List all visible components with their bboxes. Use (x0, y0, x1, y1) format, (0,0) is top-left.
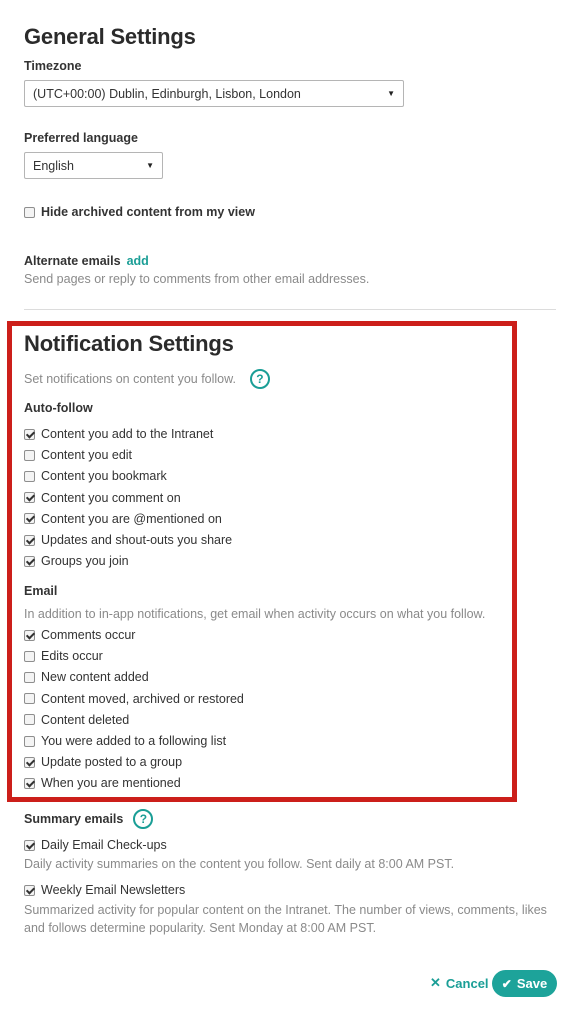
alternate-emails-description: Send pages or reply to comments from oth… (24, 272, 370, 286)
email-notification-option[interactable]: Edits occur (24, 647, 103, 665)
autofollow-label: Updates and shout-outs you share (41, 533, 233, 547)
email-notification-label: Content deleted (41, 712, 130, 727)
email-description: In addition to in-app notifications, get… (24, 607, 486, 621)
email-notification-checkbox[interactable] (24, 650, 35, 662)
email-notification-checkbox[interactable] (24, 671, 35, 683)
email-notification-checkbox[interactable] (24, 693, 35, 705)
autofollow-label: Content you comment on (41, 490, 181, 505)
summary-emails-label: Summary emails (24, 812, 124, 826)
autofollow-label: Content you bookmark (41, 469, 167, 484)
notification-settings-title: Notification Settings (24, 331, 234, 356)
cancel-label: Cancel (445, 975, 489, 991)
autofollow-checkbox[interactable] (24, 534, 35, 546)
weekly-email-option[interactable]: Weekly Email Newsletters (24, 881, 185, 899)
chevron-down-icon: ▼ (387, 89, 395, 98)
notification-subtitle: Set notifications on content you follow. (24, 372, 236, 386)
save-button[interactable]: ✔ Save (492, 970, 557, 997)
autofollow-checkbox[interactable] (24, 449, 35, 461)
daily-email-label: Daily Email Check-ups (41, 838, 167, 852)
notification-subtitle-row: Set notifications on content you follow.… (24, 369, 270, 389)
autofollow-label: Content you are @mentioned on (41, 511, 222, 526)
hide-archived-option[interactable]: Hide archived content from my view (24, 203, 255, 221)
weekly-email-checkbox[interactable] (24, 884, 35, 896)
weekly-email-label: Weekly Email Newsletters (41, 883, 186, 897)
email-notification-label: Content moved, archived or restored (41, 691, 244, 706)
help-icon[interactable]: ? (249, 369, 270, 389)
weekly-email-description-line2: and follows determine popularity. Sent M… (24, 921, 377, 935)
email-notification-label: New content added (41, 670, 149, 685)
email-notification-label: Edits occur (41, 649, 103, 664)
autofollow-option[interactable]: Content you are @mentioned on (24, 510, 222, 528)
email-heading: Email (24, 584, 58, 598)
autofollow-label: Content you add to the Intranet (41, 427, 214, 441)
email-notification-option[interactable]: Update posted to a group (24, 753, 182, 771)
hide-archived-checkbox[interactable] (24, 206, 35, 218)
email-notification-option[interactable]: Comments occur (24, 626, 135, 644)
email-notification-label: Update posted to a group (41, 755, 183, 770)
email-notification-checkbox[interactable] (24, 629, 35, 641)
language-value: English (33, 158, 74, 173)
timezone-value: (UTC+00:00) Dublin, Edinburgh, Lisbon, L… (33, 86, 301, 101)
email-notification-option[interactable]: When you are mentioned (24, 774, 181, 792)
autofollow-checkbox[interactable] (24, 470, 35, 482)
alternate-emails-label: Alternate emails (24, 254, 121, 268)
chevron-down-icon: ▼ (146, 161, 154, 170)
hide-archived-label: Hide archived content from my view (41, 205, 255, 219)
autofollow-checkbox[interactable] (24, 428, 35, 440)
email-notification-label: You were added to a following list (41, 734, 227, 748)
language-select[interactable]: English ▼ (24, 152, 163, 179)
autofollow-heading: Auto-follow (24, 401, 93, 415)
autofollow-label: Content you edit (41, 448, 133, 463)
autofollow-checkbox[interactable] (24, 492, 35, 504)
language-label: Preferred language (24, 131, 138, 145)
daily-email-option[interactable]: Daily Email Check-ups (24, 836, 167, 854)
autofollow-checkbox[interactable] (24, 555, 35, 567)
email-notification-label: When you are mentioned (41, 776, 181, 791)
daily-email-description: Daily activity summaries on the content … (24, 857, 455, 871)
autofollow-option[interactable]: Content you add to the Intranet (24, 425, 213, 443)
save-label: Save (516, 976, 548, 991)
alternate-emails-row: Alternate emails add (24, 254, 149, 268)
email-notification-checkbox[interactable] (24, 714, 35, 726)
email-notification-checkbox[interactable] (24, 777, 35, 789)
general-settings-title: General Settings (24, 24, 196, 49)
email-notification-option[interactable]: Content moved, archived or restored (24, 690, 244, 708)
autofollow-label: Groups you join (41, 554, 129, 569)
weekly-email-description-line1: Summarized activity for popular content … (24, 903, 547, 917)
add-alternate-email-link[interactable]: add (127, 254, 149, 268)
email-notification-option[interactable]: You were added to a following list (24, 732, 226, 750)
close-icon: ✕ (430, 975, 441, 990)
email-notification-option[interactable]: Content deleted (24, 711, 129, 729)
email-notification-label: Comments occur (41, 628, 136, 642)
cancel-button[interactable]: ✕ Cancel (430, 975, 489, 991)
email-notification-checkbox[interactable] (24, 735, 35, 747)
summary-emails-row: Summary emails ? (24, 809, 154, 829)
autofollow-option[interactable]: Groups you join (24, 552, 129, 570)
autofollow-option[interactable]: Updates and shout-outs you share (24, 531, 232, 549)
daily-email-checkbox[interactable] (24, 839, 35, 851)
section-divider (24, 309, 556, 310)
help-icon[interactable]: ? (133, 809, 154, 829)
autofollow-option[interactable]: Content you bookmark (24, 467, 167, 485)
autofollow-checkbox[interactable] (24, 513, 35, 525)
checkmark-icon: ✔ (501, 976, 512, 991)
autofollow-option[interactable]: Content you comment on (24, 489, 181, 507)
timezone-select[interactable]: (UTC+00:00) Dublin, Edinburgh, Lisbon, L… (24, 80, 404, 107)
autofollow-option[interactable]: Content you edit (24, 446, 132, 464)
timezone-label: Timezone (24, 59, 82, 73)
email-notification-checkbox[interactable] (24, 756, 35, 768)
email-notification-option[interactable]: New content added (24, 668, 149, 686)
